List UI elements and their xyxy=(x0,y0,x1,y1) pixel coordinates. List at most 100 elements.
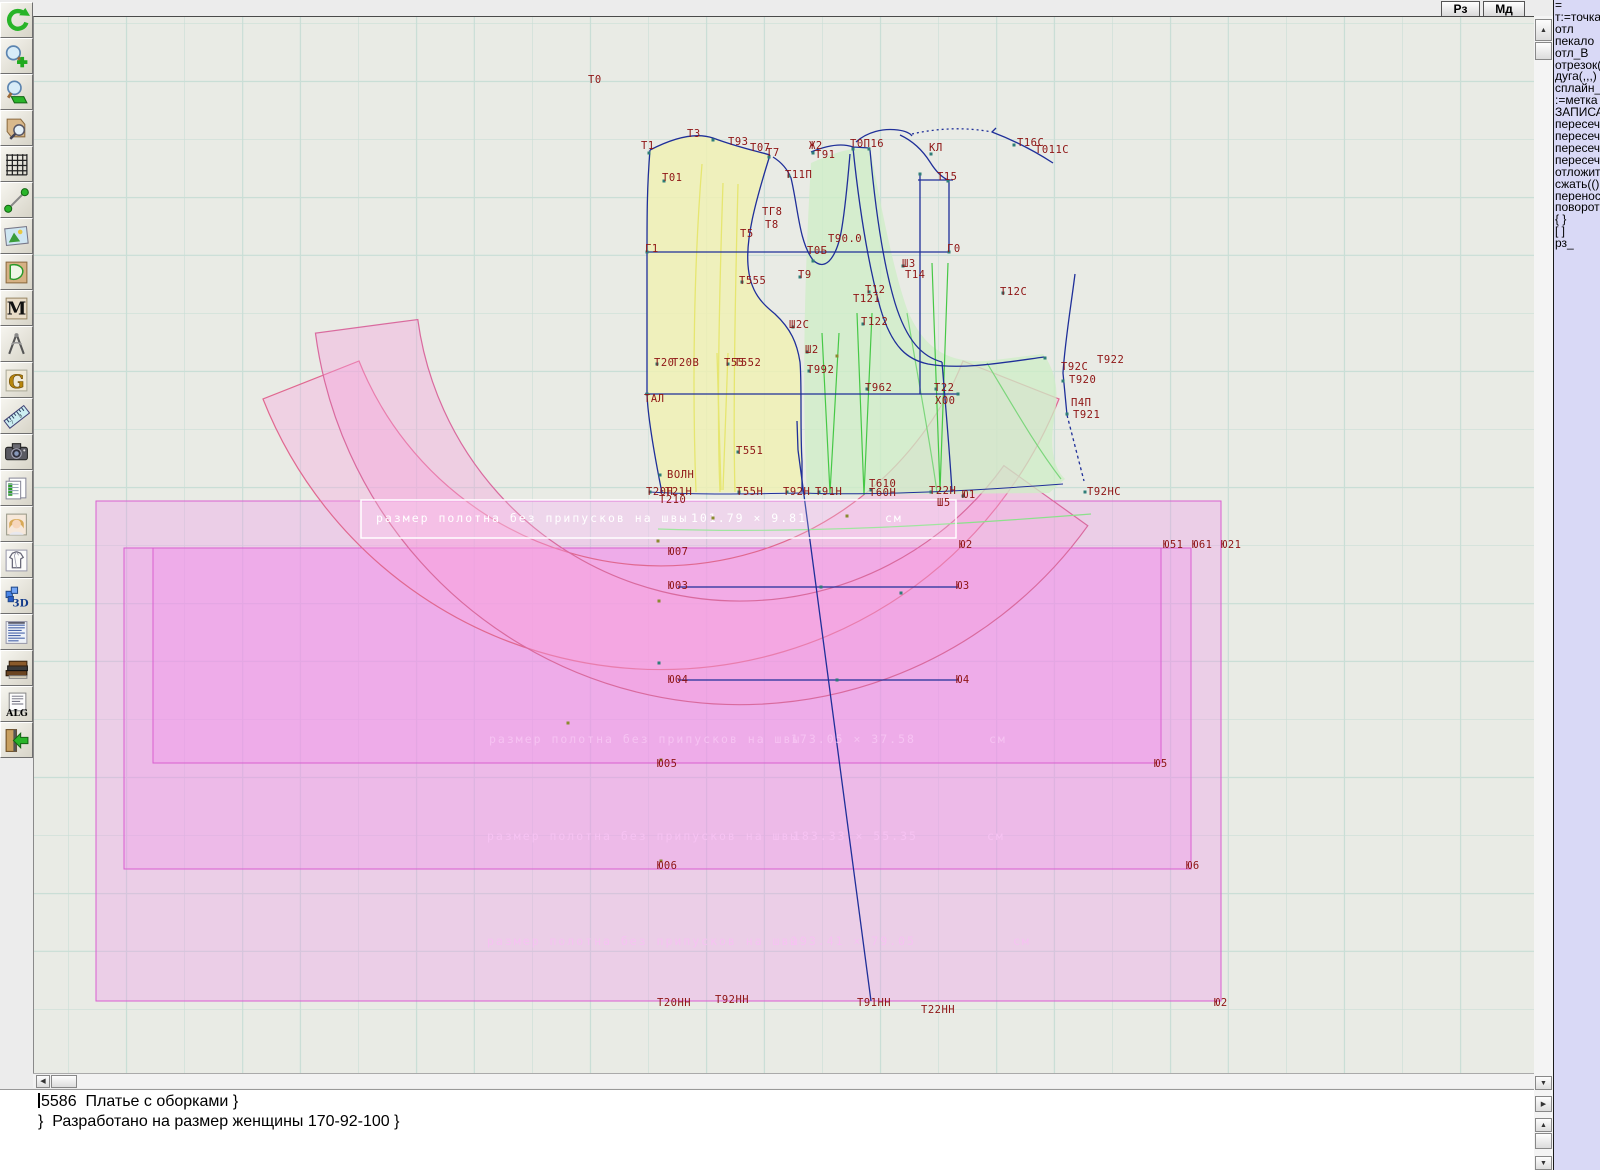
toolbar-zoom-region-button[interactable] xyxy=(0,74,33,110)
point-label: Ю1 xyxy=(962,489,976,501)
point-label: Т011С xyxy=(1035,144,1069,156)
toolbar-image-button[interactable] xyxy=(0,218,33,254)
banner-size: 183.33 × 55.35 xyxy=(793,829,918,843)
point-label: Т92С xyxy=(1061,361,1088,373)
toolbar-inspect-piece-button[interactable] xyxy=(0,110,33,146)
vertex-point xyxy=(836,355,839,358)
vscroll-thumb[interactable] xyxy=(1535,42,1552,60)
svg-text:ALG: ALG xyxy=(5,707,28,717)
rz-button[interactable]: Рз xyxy=(1441,1,1480,17)
command-item[interactable]: дуга(,,,) xyxy=(1554,71,1600,83)
command-item[interactable]: :=метка xyxy=(1554,95,1600,107)
toolbar-m-module-button[interactable]: M xyxy=(0,290,33,326)
point-label: Т9 xyxy=(798,269,812,281)
inspect-piece-icon xyxy=(3,115,30,142)
toolbar-spreadsheet-button[interactable] xyxy=(0,470,33,506)
console-line-1: 5586 Платье с оборками } xyxy=(38,1090,1534,1112)
command-item[interactable]: сжать(() xyxy=(1554,179,1600,191)
command-item[interactable]: ЗАПИСА xyxy=(1554,107,1600,119)
toolbar-3d-view-button[interactable]: 3D xyxy=(0,578,33,614)
command-item[interactable]: сплайн_ xyxy=(1554,83,1600,95)
banner-unit: см xyxy=(987,829,1005,843)
vertex-point xyxy=(657,540,660,543)
point-label: Т91НН xyxy=(857,997,891,1009)
point-label: Г1 xyxy=(645,243,659,255)
construction-compass-icon xyxy=(3,331,30,358)
point-label: КЛ xyxy=(929,142,943,154)
toolbar-alg-editor-button[interactable]: ALG xyxy=(0,686,33,722)
scroll-left-button[interactable]: ◀ xyxy=(36,1075,50,1088)
point-label: Т920 xyxy=(1069,374,1096,386)
bodice-fills xyxy=(647,136,1065,495)
vertical-scroll-strip[interactable]: ▲ ▼ ▶ ▲ ▼ xyxy=(1534,16,1553,1170)
point-label: Т0Б xyxy=(807,245,827,257)
pattern-canvas[interactable]: размер полотна без припусков на швы101.7… xyxy=(33,16,1534,1073)
command-item[interactable]: перенос xyxy=(1554,191,1600,203)
command-item[interactable]: пересеч xyxy=(1554,155,1600,167)
point-label: Ю2 xyxy=(959,539,973,551)
command-item[interactable]: пересеч xyxy=(1554,131,1600,143)
point-label: Ю21 xyxy=(1221,539,1241,551)
toolbar-construction-compass-button[interactable] xyxy=(0,326,33,362)
toolbar-exit-button[interactable] xyxy=(0,722,33,758)
point-label: Т14 xyxy=(905,269,925,281)
command-item[interactable]: отл_В xyxy=(1554,48,1600,60)
undo-refresh-icon xyxy=(3,7,30,34)
toolbar-undo-refresh-button[interactable] xyxy=(0,2,33,38)
console-vscroll-thumb[interactable] xyxy=(1535,1133,1552,1149)
command-item[interactable]: отл xyxy=(1554,24,1600,36)
point-label: Ш2С xyxy=(789,319,809,331)
command-item[interactable]: = xyxy=(1554,0,1600,12)
scroll-up-button[interactable]: ▲ xyxy=(1535,19,1552,41)
command-item[interactable]: { } xyxy=(1554,214,1600,226)
md-button[interactable]: Мд xyxy=(1483,1,1525,17)
toolbar-ruler-button[interactable]: 78 xyxy=(0,398,33,434)
command-item[interactable]: рз_ xyxy=(1554,238,1600,250)
command-item[interactable]: пересеч xyxy=(1554,143,1600,155)
point-label: Т921 xyxy=(1073,409,1100,421)
toolbar-text-document-button[interactable] xyxy=(0,614,33,650)
zoom-in-icon xyxy=(3,43,30,70)
image-icon xyxy=(3,223,30,250)
point-label: Т121 xyxy=(853,293,880,305)
m-module-icon: M xyxy=(3,295,30,322)
console-scroll-right-button[interactable]: ▶ xyxy=(1535,1096,1552,1112)
banner-unit: см xyxy=(989,732,1007,746)
toolbar-library-books-button[interactable] xyxy=(0,650,33,686)
command-item[interactable]: т:=точка xyxy=(1554,12,1600,24)
toolbar-measure-segment-button[interactable] xyxy=(0,182,33,218)
point-label: Т55Н xyxy=(736,486,763,498)
hscroll-thumb[interactable] xyxy=(51,1075,77,1088)
model-photo-icon xyxy=(3,511,30,538)
toolbar-camera-button[interactable] xyxy=(0,434,33,470)
point-label: Т210 xyxy=(659,494,686,506)
command-item[interactable]: [ ] xyxy=(1554,226,1600,238)
ruler-icon: 78 xyxy=(3,403,30,430)
point-label: Ю06 xyxy=(657,860,677,872)
toolbar-g-module-button[interactable]: G xyxy=(0,362,33,398)
toolbar-zoom-in-button[interactable] xyxy=(0,38,33,74)
scroll-down-button[interactable]: ▼ xyxy=(1535,1076,1552,1090)
command-item[interactable]: пекало xyxy=(1554,36,1600,48)
toolbar-pattern-piece-button[interactable] xyxy=(0,254,33,290)
command-item[interactable]: поворот xyxy=(1554,202,1600,214)
console-scroll-up-button[interactable]: ▲ xyxy=(1535,1118,1552,1132)
toolbar-model-photo-button[interactable] xyxy=(0,506,33,542)
command-item[interactable]: пересеч xyxy=(1554,119,1600,131)
status-console[interactable]: 5586 Платье с оборками } } Разработано н… xyxy=(0,1089,1534,1170)
measure-segment-icon xyxy=(3,187,30,214)
command-panel: =т:=точкаотлпекалоотл_Вотрезок(дуга(,,,)… xyxy=(1553,0,1600,1170)
console-scroll-down-button[interactable]: ▼ xyxy=(1535,1156,1552,1170)
vertex-point xyxy=(957,393,960,396)
point-label: Т5 xyxy=(740,228,754,240)
command-item[interactable]: отрезок( xyxy=(1554,60,1600,72)
toolbar-garment-sketch-button[interactable] xyxy=(0,542,33,578)
point-label: Ю2 xyxy=(1214,997,1228,1009)
toolbar-grid-button[interactable] xyxy=(0,146,33,182)
3d-view-icon: 3D xyxy=(3,583,30,610)
console-line-2: } Разработано на размер женщины 170-92-1… xyxy=(38,1112,1534,1132)
point-label: Т90.0 xyxy=(828,233,862,245)
command-item[interactable]: отложит xyxy=(1554,167,1600,179)
horizontal-scrollbar[interactable]: ◀ xyxy=(33,1073,1534,1088)
point-label: Ш5 xyxy=(937,497,951,509)
